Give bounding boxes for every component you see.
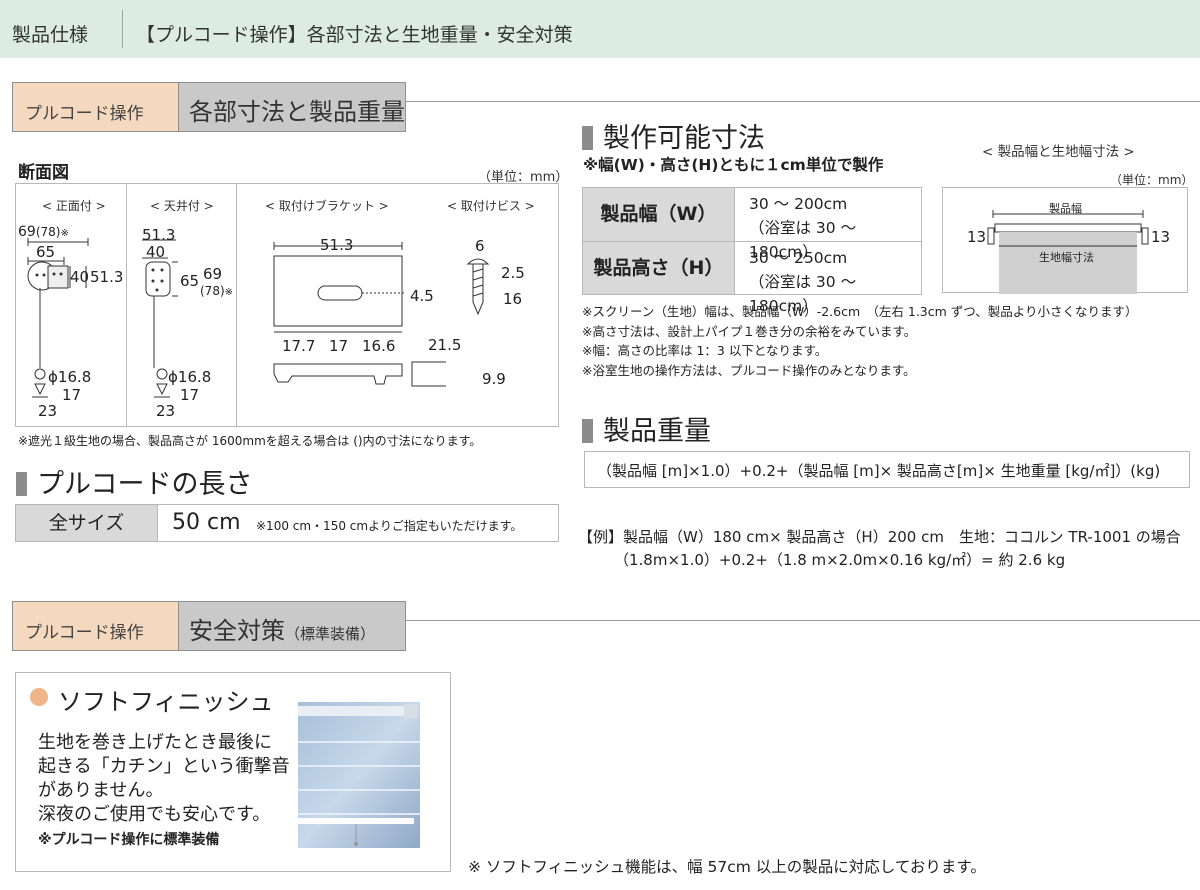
ceiling-mount-label: < 天井付 >: [150, 199, 214, 213]
cross-section-footnote: ※遮光１級生地の場合、製品高さが 1600mmを超える場合は ()内の寸法になり…: [18, 434, 482, 448]
soft-finish-title: ソフトフィニッシュ: [58, 688, 274, 716]
cord-heading-text: プルコードの長さ: [37, 469, 253, 500]
diagram-right-13: 13: [1151, 228, 1171, 246]
weight-example-2: （1.8m×1.0）+0.2+（1.8 m×2.0m×0.16 kg/㎡）= 約…: [614, 551, 1066, 569]
front-dim-23: 23: [38, 402, 58, 420]
section1-rule: [406, 101, 1200, 102]
width-diagram-unit: （単位：mm）: [1110, 173, 1194, 187]
section1-tab-label: プルコード操作: [12, 82, 179, 132]
sizes-heading-text: 製作可能寸法: [603, 123, 765, 154]
sizes-notes: ※スクリーン（生地）幅は、製品幅（W）-2.6cm （左右 1.3cm ずつ、製…: [582, 302, 1138, 380]
cord-value-cell: 50 cm ※100 cm・150 cmよりご指定もいただけます。: [157, 504, 559, 542]
front-mount-label: < 正面付 >: [42, 199, 106, 213]
soft-finish-text: 生地を巻き上げたとき最後に 起きる「カチン」という衝撃音 がありません。 深夜の…: [38, 731, 290, 827]
product-width-label: 製品幅: [1049, 202, 1082, 215]
front-dim-phi: ϕ16.8: [48, 368, 92, 386]
top-header-bar: 製品仕様 【プルコード操作】各部寸法と生地重量・安全対策: [0, 0, 1200, 58]
weight-heading-text: 製品重量: [603, 416, 711, 447]
weight-example-1: 【例】製品幅（W）180 cm× 製品高さ（H）200 cm 生地：ココルン T…: [578, 528, 1181, 546]
bracket-dim-513: 51.3: [320, 236, 354, 254]
cord-heading: プルコードの長さ: [16, 462, 252, 501]
cord-value: 50 cm: [172, 510, 241, 535]
front-dim-mark: ※: [60, 228, 69, 239]
ceiling-dim-513: 51.3: [142, 226, 176, 244]
front-dim-17: 17: [62, 386, 82, 404]
width-diagram-panel: 製品幅 生地幅寸法 13 13: [942, 187, 1188, 294]
ceiling-dim-78: (78): [200, 284, 225, 298]
fabric-width-label: 生地幅寸法: [1039, 251, 1094, 264]
sizes-sub: ※幅(W)・高さ(H)ともに１cm単位で製作: [583, 156, 884, 174]
cord-heading-bar: [16, 472, 27, 496]
bracket-dim-45: 4.5: [410, 287, 434, 305]
height-value-cell: 30 〜 250cm （浴室は 30 〜 180cm）: [734, 241, 922, 315]
ceiling-dim-40: 40: [146, 243, 166, 261]
soft-finish-line-1: 生地を巻き上げたとき最後に: [38, 732, 272, 753]
bracket-dim-99: 9.9: [482, 370, 506, 388]
width-value-cell: 30 〜 200cm （浴室は 30 〜 180cm）: [734, 187, 922, 261]
header-category: 製品仕様: [12, 24, 89, 46]
soft-finish-line-2: 起きる「カチン」という衝撃音: [38, 756, 290, 777]
sizes-heading: 製作可能寸法: [582, 116, 765, 155]
height-range: 30 〜 250cm: [749, 249, 848, 267]
section2-tab-label: プルコード操作: [12, 601, 179, 651]
section1-tab-title: 各部寸法と製品重量: [178, 82, 406, 132]
roller-blind-image: [298, 702, 420, 848]
weight-heading: 製品重量: [582, 409, 711, 448]
bracket-dim-215: 21.5: [428, 336, 462, 354]
front-dim-513: 51.3: [90, 268, 124, 286]
panel-divider-2: [236, 184, 237, 426]
sizes-note-1: ※スクリーン（生地）幅は、製品幅（W）-2.6cm （左右 1.3cm ずつ、製…: [582, 304, 1138, 319]
weight-heading-bar: [582, 419, 593, 443]
height-label: 製品高さ（H）: [582, 241, 735, 295]
width-label: 製品幅（W）: [582, 187, 735, 242]
header-divider: [122, 10, 123, 48]
bracket-drawing: [273, 242, 446, 387]
front-dim-65: 65: [36, 243, 56, 261]
soft-finish-note: ※プルコード操作に標準装備: [38, 832, 220, 848]
sizes-heading-bar: [582, 126, 593, 150]
ceiling-dim-23: 23: [156, 402, 176, 420]
bracket-dim-17: 17: [329, 337, 349, 355]
screw-dim-16: 16: [503, 290, 523, 308]
bracket-dim-166: 16.6: [362, 337, 396, 355]
soft-finish-footnote: ※ ソフトフィニッシュ機能は、幅 57cm 以上の製品に対応しております。: [468, 858, 986, 876]
ceiling-dim-mark: ※: [224, 287, 234, 298]
section2-tab-title: 安全対策: [189, 617, 285, 645]
bracket-dim-177: 17.7: [282, 337, 316, 355]
width-diagram-caption: < 製品幅と生地幅寸法 >: [982, 144, 1135, 160]
soft-finish-dot-icon: [30, 688, 48, 706]
sizes-note-4: ※浴室生地の操作方法は、プルコード操作のみとなります。: [582, 362, 916, 378]
front-dim-69: 69: [18, 224, 36, 240]
ceiling-dim-17: 17: [180, 386, 200, 404]
cross-section-title: 断面図: [18, 163, 69, 183]
cord-size-label: 全サイズ: [15, 504, 158, 542]
screw-label: < 取付けビス >: [447, 199, 535, 213]
diagram-left-13: 13: [967, 228, 987, 246]
screw-dim-6: 6: [475, 237, 485, 255]
soft-finish-line-4: 深夜のご使用でも安心です。: [38, 804, 271, 825]
sizes-note-3: ※幅：高さの比率は 1：3 以下となります。: [582, 343, 828, 358]
header-title: 【プルコード操作】各部寸法と生地重量・安全対策: [136, 24, 573, 46]
section2-rule: [406, 620, 1200, 621]
ceiling-dim-65: 65: [180, 272, 200, 290]
sizes-note-2: ※高さ寸法は、設計上パイプ１巻き分の余裕をみています。: [582, 323, 917, 339]
ceiling-dim-69: 69: [203, 265, 223, 283]
section2-tab-title-cell: 安全対策（標準装備）: [178, 601, 406, 651]
screw-dim-25: 2.5: [501, 264, 525, 282]
front-dim-40: 40: [70, 268, 90, 286]
bracket-label: < 取付けブラケット >: [265, 199, 389, 213]
cord-note: ※100 cm・150 cmよりご指定もいただけます。: [256, 519, 523, 533]
panel-divider-1: [126, 184, 127, 426]
front-dim-78: (78): [35, 225, 61, 239]
section2-tab-sub: （標準装備）: [285, 625, 376, 643]
ceiling-dim-phi: ϕ16.8: [168, 368, 212, 386]
weight-formula: （製品幅 [m]×1.0）+0.2+（製品幅 [m]× 製品高さ[m]× 生地重…: [584, 451, 1190, 488]
width-range: 30 〜 200cm: [749, 195, 848, 213]
soft-finish-line-3: がありません。: [38, 780, 164, 801]
screw-drawing: [466, 258, 490, 316]
